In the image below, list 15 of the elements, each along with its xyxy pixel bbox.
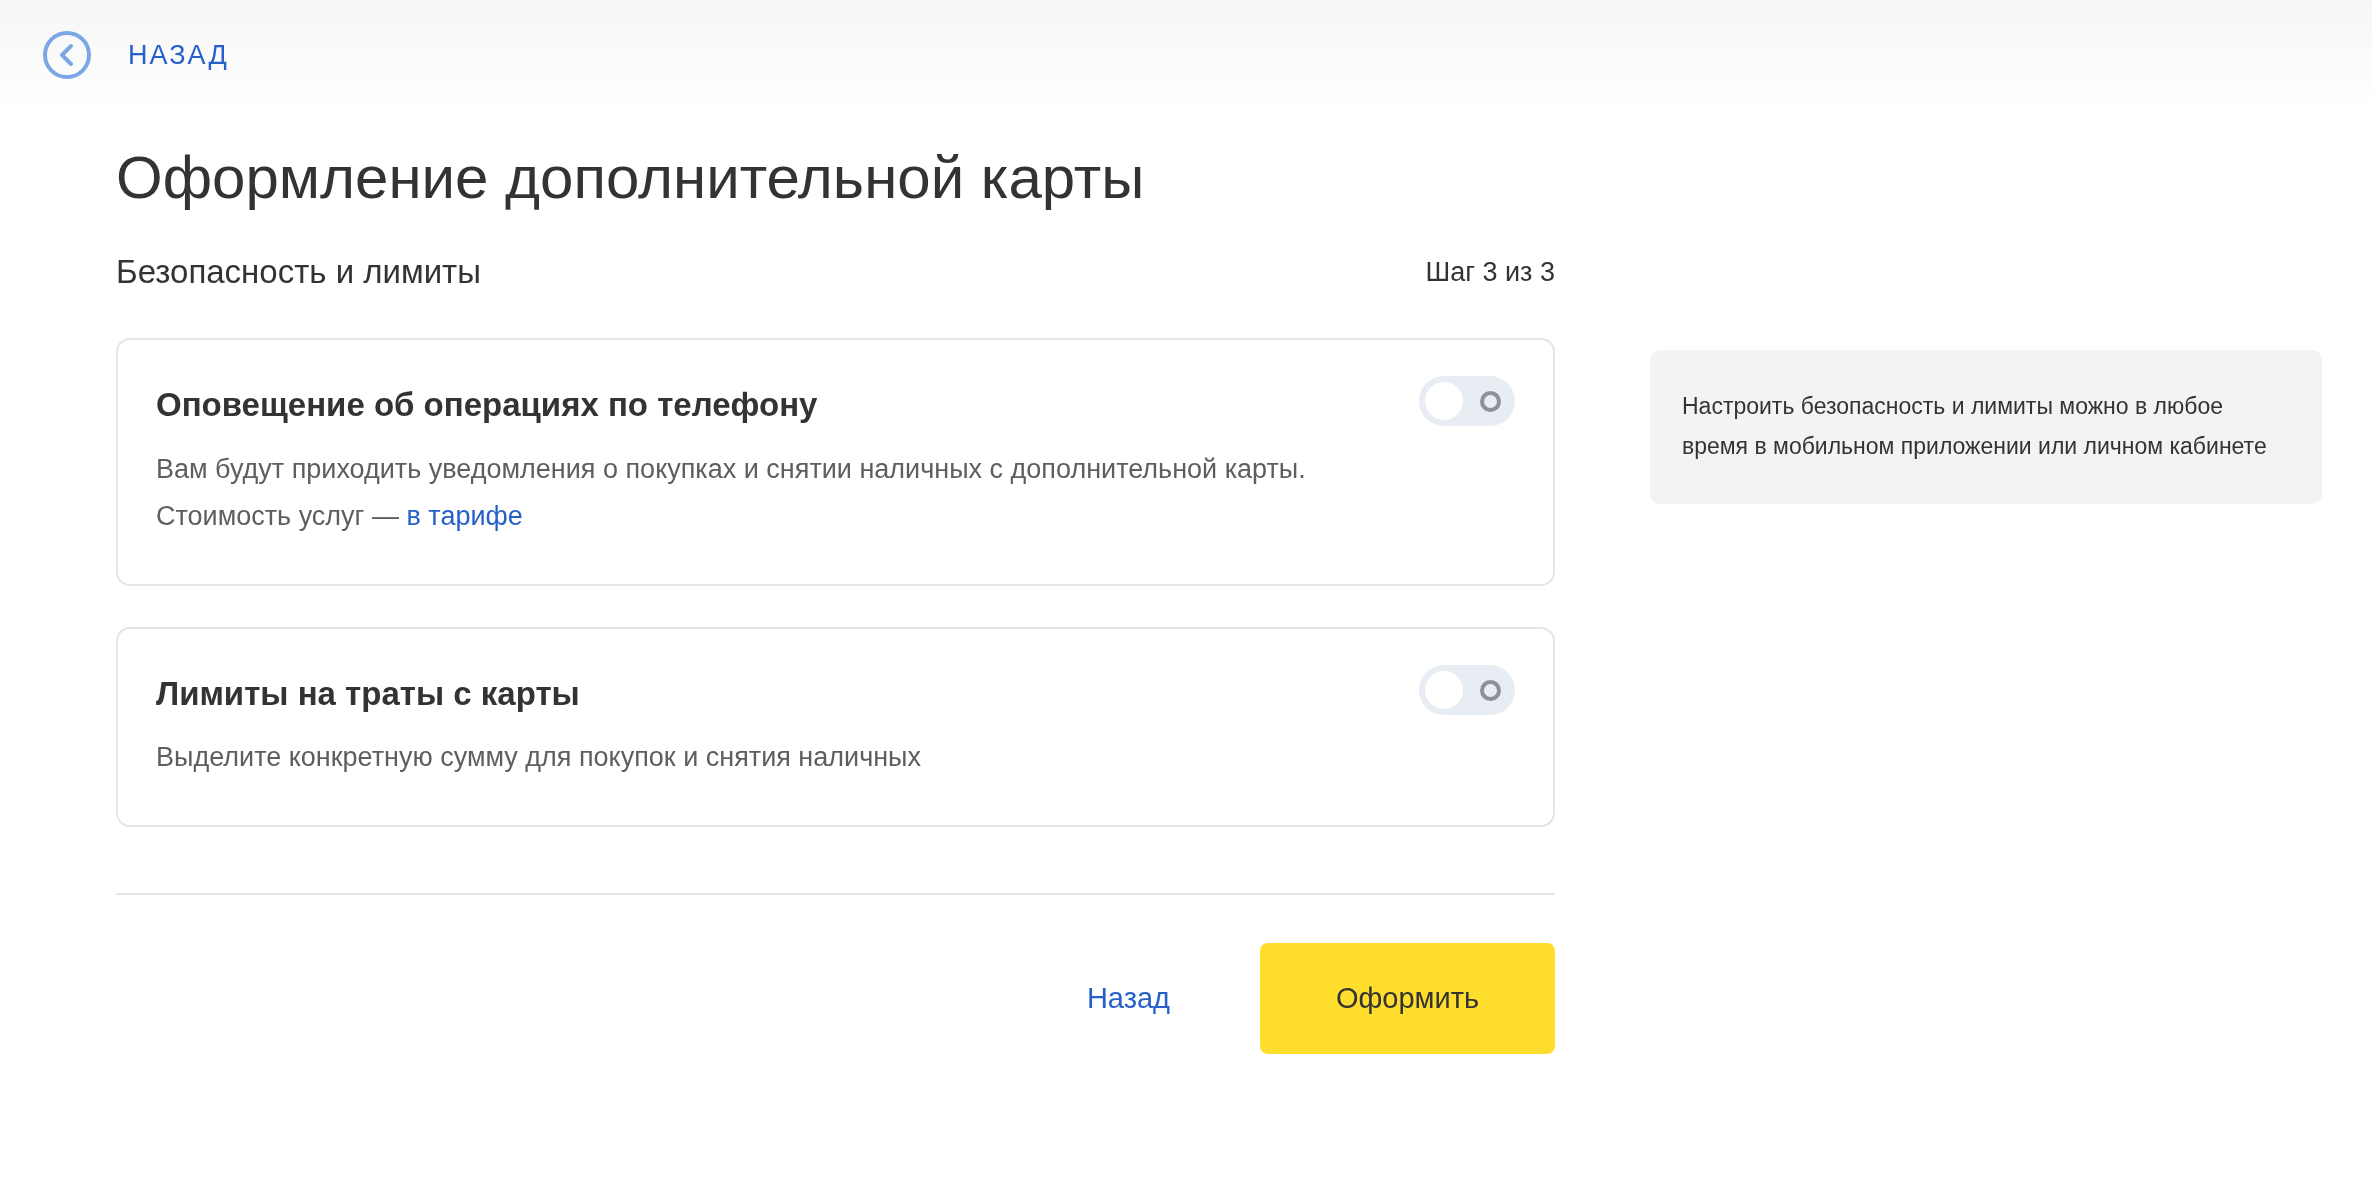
back-icon[interactable] [42,30,92,80]
toggle-switch[interactable] [1419,664,1515,715]
section-title: Безопасность и лимиты [116,252,481,293]
option-description: Вам будут приходить уведомления о покупках и снятии наличных с дополнительной карты. Стоимость услуг — в тарифе [156,452,1307,533]
back-link[interactable]: НАЗАД [128,34,229,76]
page-title: Оформление дополнительной карты [116,143,1146,213]
back-button[interactable]: Назад [1068,956,1188,1041]
toggle-switch[interactable] [1419,376,1515,426]
option-title: Оповещение об операциях по телефону [156,385,818,425]
info-note: Настроить безопасность и лимиты можно в любое время в мобильном приложении или личном кабинете [1682,392,2268,461]
tariff-link[interactable]: в тарифе [406,500,523,531]
option-description: Выделите конкретную сумму для покупок и снятия наличных [156,741,923,774]
step-counter: Шаг 3 из 3 [1425,255,1555,289]
option-title: Лимиты на траты с карты [156,673,580,714]
submit-button[interactable]: Оформить [1260,943,1555,1054]
